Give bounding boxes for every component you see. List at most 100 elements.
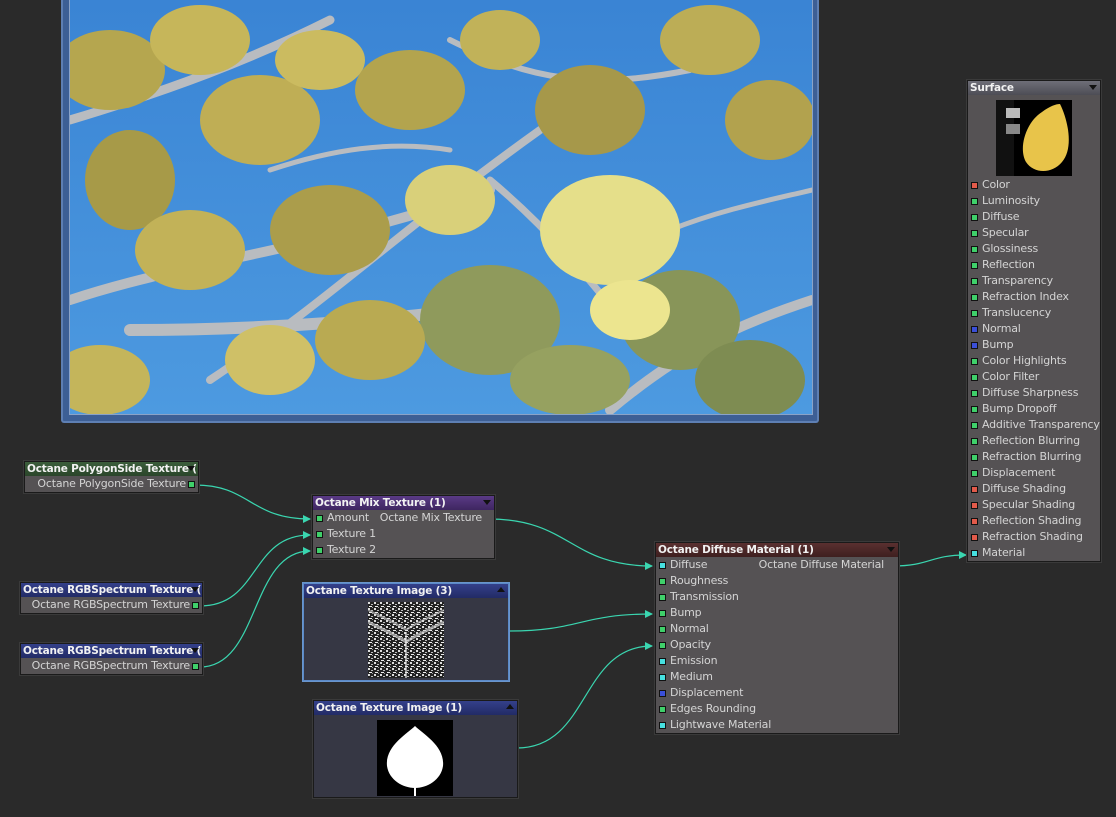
input-port-amount[interactable]: Amount Octane Mix Texture xyxy=(313,510,494,526)
input-socket-icon[interactable] xyxy=(971,406,978,413)
collapse-arrow-icon[interactable] xyxy=(497,587,505,592)
surface-input-translucency[interactable]: Translucency xyxy=(968,305,1100,321)
input-socket-icon[interactable] xyxy=(971,246,978,253)
input-socket-icon[interactable] xyxy=(971,486,978,493)
input-socket-icon[interactable] xyxy=(971,438,978,445)
surface-input-reflection-blurring[interactable]: Reflection Blurring xyxy=(968,433,1100,449)
input-socket-icon[interactable] xyxy=(971,294,978,301)
surface-input-luminosity[interactable]: Luminosity xyxy=(968,193,1100,209)
node-header[interactable]: Octane Diffuse Material (1) xyxy=(656,543,898,557)
input-port-transmission[interactable]: Transmission xyxy=(656,589,898,605)
surface-input-refraction-blurring[interactable]: Refraction Blurring xyxy=(968,449,1100,465)
surface-input-specular[interactable]: Specular xyxy=(968,225,1100,241)
output-socket-icon[interactable] xyxy=(192,602,199,609)
render-viewport[interactable] xyxy=(61,0,819,423)
surface-input-reflection[interactable]: Reflection xyxy=(968,257,1100,273)
input-socket-icon[interactable] xyxy=(971,262,978,269)
surface-input-refraction-shading[interactable]: Refraction Shading xyxy=(968,529,1100,545)
surface-input-glossiness[interactable]: Glossiness xyxy=(968,241,1100,257)
input-socket-icon[interactable] xyxy=(971,342,978,349)
node-header[interactable]: Octane Mix Texture (1) xyxy=(313,496,494,510)
input-port-texture-2[interactable]: Texture 2 xyxy=(313,542,494,558)
input-socket-icon[interactable] xyxy=(659,578,666,585)
surface-input-diffuse[interactable]: Diffuse xyxy=(968,209,1100,225)
node-header[interactable]: Octane PolygonSide Texture (1) xyxy=(25,462,198,476)
input-socket-icon[interactable] xyxy=(659,690,666,697)
node-diffuse-material[interactable]: Octane Diffuse Material (1) Diffuse Octa… xyxy=(655,542,899,734)
input-port-bump[interactable]: Bump xyxy=(656,605,898,621)
node-header[interactable]: Octane RGBSpectrum Texture (1) xyxy=(21,583,202,597)
input-socket-icon[interactable] xyxy=(659,658,666,665)
surface-input-bump-dropoff[interactable]: Bump Dropoff xyxy=(968,401,1100,417)
input-socket-icon[interactable] xyxy=(659,626,666,633)
node-header[interactable]: Octane RGBSpectrum Texture (2) xyxy=(21,644,202,658)
input-socket-icon[interactable] xyxy=(659,610,666,617)
node-header[interactable]: Octane Texture Image (1) xyxy=(314,701,517,715)
input-socket-icon[interactable] xyxy=(971,326,978,333)
node-surface[interactable]: Surface Color Luminosity Diffuse Specula… xyxy=(967,80,1101,562)
surface-input-color-highlights[interactable]: Color Highlights xyxy=(968,353,1100,369)
input-socket-icon[interactable] xyxy=(316,531,323,538)
surface-input-color-filter[interactable]: Color Filter xyxy=(968,369,1100,385)
output-socket-icon[interactable] xyxy=(316,515,323,522)
input-socket-icon[interactable] xyxy=(971,214,978,221)
input-socket-icon[interactable] xyxy=(659,594,666,601)
input-socket-icon[interactable] xyxy=(971,518,978,525)
node-rgbspectrum-texture-2[interactable]: Octane RGBSpectrum Texture (2) Octane RG… xyxy=(20,643,203,675)
input-port-diffuse[interactable]: Diffuse Octane Diffuse Material xyxy=(656,557,898,573)
surface-input-bump[interactable]: Bump xyxy=(968,337,1100,353)
surface-input-transparency[interactable]: Transparency xyxy=(968,273,1100,289)
output-socket-icon[interactable] xyxy=(188,481,195,488)
collapse-arrow-icon[interactable] xyxy=(191,587,199,592)
input-socket-icon[interactable] xyxy=(971,374,978,381)
surface-input-refraction-index[interactable]: Refraction Index xyxy=(968,289,1100,305)
surface-input-diffuse-shading[interactable]: Diffuse Shading xyxy=(968,481,1100,497)
input-port-lightwave-material[interactable]: Lightwave Material xyxy=(656,717,898,733)
node-header[interactable]: Octane Texture Image (3) xyxy=(304,584,508,598)
output-port-row[interactable]: Octane RGBSpectrum Texture xyxy=(21,658,202,674)
collapse-arrow-icon[interactable] xyxy=(483,500,491,505)
input-socket-icon[interactable] xyxy=(971,470,978,477)
surface-input-diffuse-sharpness[interactable]: Diffuse Sharpness xyxy=(968,385,1100,401)
surface-input-reflection-shading[interactable]: Reflection Shading xyxy=(968,513,1100,529)
input-port-medium[interactable]: Medium xyxy=(656,669,898,685)
input-socket-icon[interactable] xyxy=(971,278,978,285)
output-port-row[interactable]: Octane PolygonSide Texture xyxy=(25,476,198,492)
input-socket-icon[interactable] xyxy=(971,534,978,541)
node-polygonside-texture[interactable]: Octane PolygonSide Texture (1) Octane Po… xyxy=(24,461,199,493)
input-socket-icon[interactable] xyxy=(971,502,978,509)
input-port-opacity[interactable]: Opacity xyxy=(656,637,898,653)
input-socket-icon[interactable] xyxy=(971,230,978,237)
surface-input-material[interactable]: Material xyxy=(968,545,1100,561)
collapse-arrow-icon[interactable] xyxy=(1089,85,1097,90)
input-socket-icon[interactable] xyxy=(971,198,978,205)
input-port-emission[interactable]: Emission xyxy=(656,653,898,669)
surface-input-specular-shading[interactable]: Specular Shading xyxy=(968,497,1100,513)
input-socket-icon[interactable] xyxy=(971,310,978,317)
node-texture-image-1[interactable]: Octane Texture Image (1) xyxy=(313,700,518,798)
node-texture-image-3[interactable]: Octane Texture Image (3) xyxy=(303,583,509,681)
surface-input-normal[interactable]: Normal xyxy=(968,321,1100,337)
input-socket-icon[interactable] xyxy=(659,674,666,681)
input-socket-icon[interactable] xyxy=(971,358,978,365)
input-port-displacement[interactable]: Displacement xyxy=(656,685,898,701)
node-mix-texture[interactable]: Octane Mix Texture (1) Amount Octane Mix… xyxy=(312,495,495,559)
input-socket-icon[interactable] xyxy=(971,550,978,557)
input-socket-icon[interactable] xyxy=(659,722,666,729)
input-port-edges-rounding[interactable]: Edges Rounding xyxy=(656,701,898,717)
input-socket-icon[interactable] xyxy=(659,642,666,649)
surface-input-additive-transparency[interactable]: Additive Transparency xyxy=(968,417,1100,433)
input-socket-icon[interactable] xyxy=(971,454,978,461)
collapse-arrow-icon[interactable] xyxy=(191,648,199,653)
input-socket-icon[interactable] xyxy=(316,547,323,554)
collapse-arrow-icon[interactable] xyxy=(506,704,514,709)
output-socket-icon[interactable] xyxy=(659,562,666,569)
output-port-row[interactable]: Octane RGBSpectrum Texture xyxy=(21,597,202,613)
node-header[interactable]: Surface xyxy=(968,81,1100,95)
input-port-roughness[interactable]: Roughness xyxy=(656,573,898,589)
input-port-normal[interactable]: Normal xyxy=(656,621,898,637)
input-socket-icon[interactable] xyxy=(971,390,978,397)
output-socket-icon[interactable] xyxy=(192,663,199,670)
input-socket-icon[interactable] xyxy=(659,706,666,713)
surface-input-color[interactable]: Color xyxy=(968,177,1100,193)
